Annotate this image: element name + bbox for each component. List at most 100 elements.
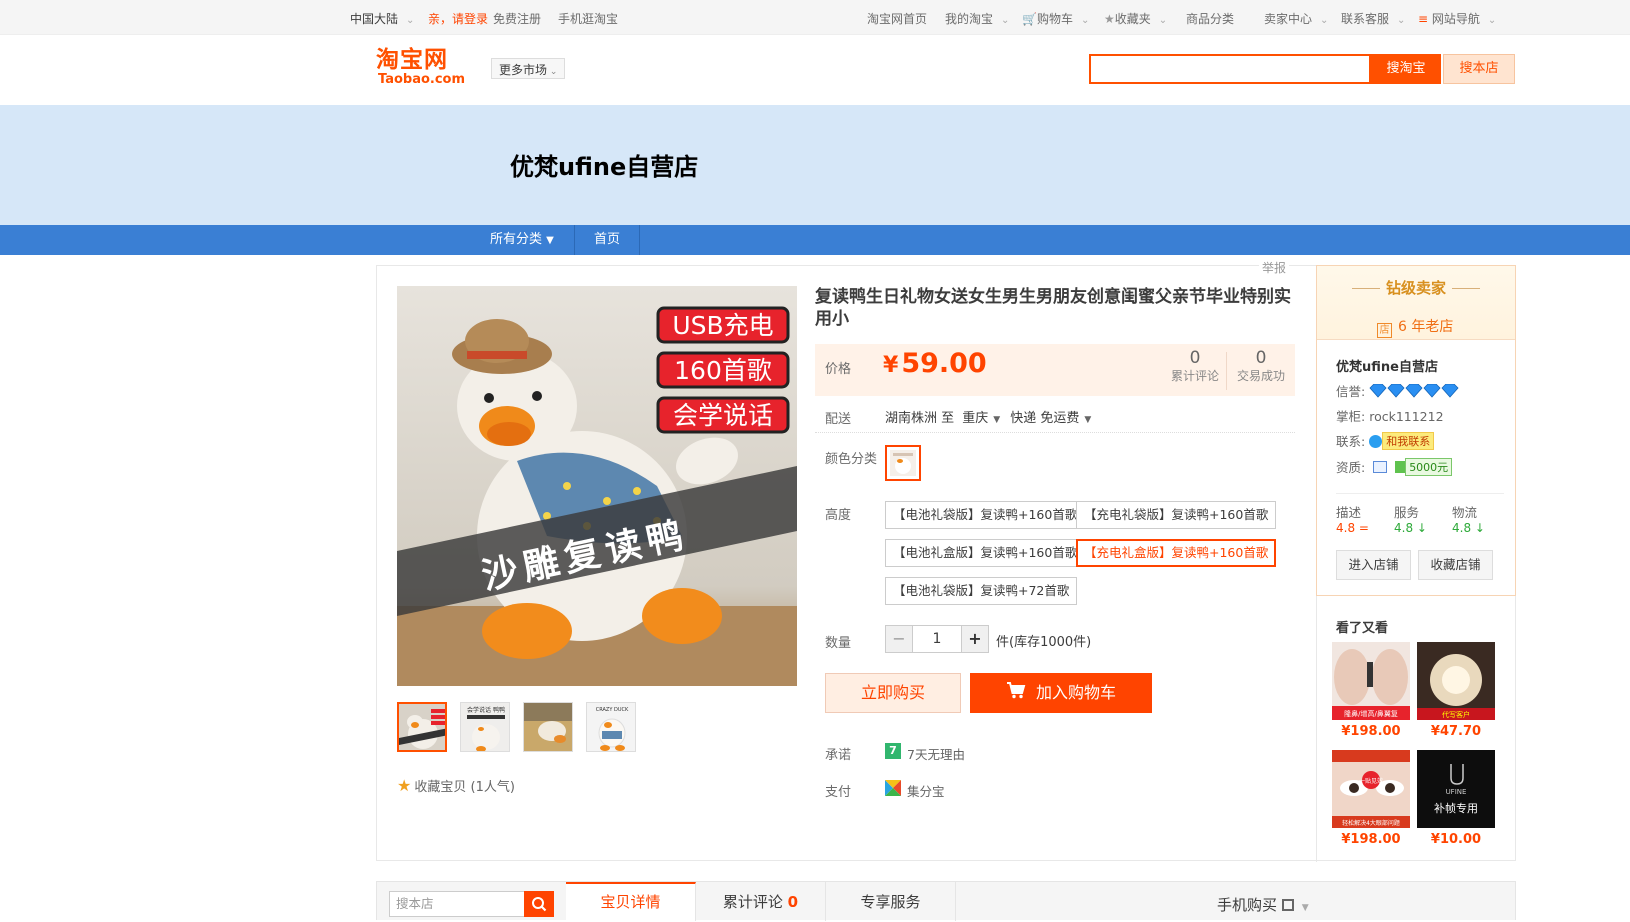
ship-to-dropdown[interactable]: 重庆 ▼ [962, 411, 1010, 426]
score-service: 服务 4.8 ↓ [1394, 502, 1450, 535]
more-market-dropdown[interactable]: 更多市场 ⌄ [491, 58, 566, 79]
height-option[interactable]: 【电池礼盒版】复读鸭+160首歌 [885, 539, 1086, 567]
categories-link[interactable]: 商品分类 [1186, 10, 1234, 27]
shop-banner: 优梵ufine自营店 [0, 105, 1630, 225]
store-search-input[interactable]: 搜本店 [389, 891, 525, 917]
triangle-down-icon: ▼ [546, 235, 554, 246]
nav-divider [639, 225, 640, 255]
nav-all-categories[interactable]: 所有分类 ▼ [474, 225, 570, 255]
login-link[interactable]: 亲，请登录 [428, 10, 488, 27]
cart-icon [1006, 674, 1026, 714]
divider [1316, 596, 1317, 862]
score-value: 4.8 = [1336, 521, 1392, 535]
height-option[interactable]: 【充电礼袋版】复读鸭+160首歌 [1076, 501, 1277, 529]
quantity-decrease-button[interactable]: − [885, 625, 913, 653]
cart-menu[interactable]: 🛒购物车 ⌄ [1022, 10, 1089, 27]
tab-item-detail[interactable]: 宝贝详情 [566, 882, 696, 921]
quantity-input[interactable]: 1 [913, 625, 961, 653]
contact-seller-button[interactable]: 和我联系 [1382, 432, 1435, 450]
chevron-down-icon: ⌄ [1320, 15, 1329, 26]
rec-caption: 代写客户 [1442, 710, 1470, 719]
site-nav-label: 网站导航 [1431, 12, 1480, 26]
recommendation-image[interactable]: 代写客户 [1417, 642, 1495, 720]
recommendation-image[interactable]: 隆鼻/增高/鼻翼复 [1332, 642, 1410, 720]
add-to-cart-button[interactable]: 加入购物车 [970, 673, 1152, 713]
score-number: 4.8 [1452, 521, 1472, 535]
qualification-row: 资质: 5000元 [1336, 457, 1453, 476]
enter-shop-button[interactable]: 进入店铺 [1336, 550, 1411, 580]
rec-image: 隆鼻/增高/鼻翼复 [1332, 642, 1410, 720]
site-nav-menu[interactable]: ≡ 网站导航 ⌄ [1418, 10, 1496, 27]
detail-tab-bar: 搜本店 宝贝详情 累计评论 0 专享服务 手机购买 ▼ [376, 881, 1516, 921]
store-search-button[interactable] [524, 891, 554, 917]
header: 淘宝网 Taobao.com 更多市场 ⌄ 搜淘宝 搜本店 [0, 35, 1630, 105]
thumbnail-caption: 会学说话 鸭鸭 [467, 706, 505, 714]
nav-all-categories-label: 所有分类 [490, 232, 543, 247]
favorites-menu[interactable]: ★收藏夹 ⌄ [1104, 10, 1167, 27]
search-icon [532, 897, 547, 912]
favorite-shop-button[interactable]: 收藏店铺 [1418, 550, 1493, 580]
seller-name[interactable]: 优梵ufine自营店 [1336, 356, 1438, 375]
score-name: 服务 [1394, 505, 1420, 520]
thumbnail-image: CRAZY DUCK [587, 703, 635, 751]
reviews-stat[interactable]: 0 累计评论 [1165, 348, 1225, 384]
recommendation-price: ¥10.00 [1430, 832, 1482, 847]
nav-home[interactable]: 首页 [578, 225, 636, 255]
search-store-button[interactable]: 搜本店 [1443, 54, 1515, 84]
ship-method-label: 快递 免运费 [1010, 411, 1080, 426]
duck-photo: USB充电 160首歌 会学说话 沙雕复读鸭 [397, 286, 797, 686]
register-link[interactable]: 免费注册 [493, 10, 541, 27]
recommendation-price: ¥198.00 [1341, 724, 1401, 739]
tab-service[interactable]: 专享服务 [826, 882, 956, 921]
search-taobao-button[interactable]: 搜淘宝 [1371, 54, 1441, 84]
height-option[interactable]: 【电池礼袋版】复读鸭+72首歌 [885, 577, 1078, 605]
taobao-logo[interactable]: 淘宝网 Taobao.com [376, 47, 472, 89]
shop-title[interactable]: 优梵ufine自营店 [510, 147, 698, 182]
favorite-item-link[interactable]: ★ 收藏宝贝 (1人气) [397, 776, 515, 795]
seller-rank: 钻级卖家 [1317, 277, 1515, 298]
tab-reviews[interactable]: 累计评论 0 [696, 882, 826, 921]
taobao-home-link[interactable]: 淘宝网首页 [867, 10, 927, 27]
thumbnail[interactable] [397, 702, 447, 752]
recommendation-price: ¥47.70 [1430, 724, 1482, 739]
cart-icon: 🛒 [1022, 12, 1037, 26]
keeper-name[interactable]: rock111212 [1369, 409, 1443, 424]
star-icon: ★ [397, 776, 412, 795]
mobile-taobao-link[interactable]: 手机逛淘宝 [558, 10, 618, 27]
thumbnail-image [524, 703, 572, 751]
search-input[interactable] [1089, 54, 1371, 84]
mobile-buy-link[interactable]: 手机购买 ▼ [1217, 894, 1309, 915]
promise-text[interactable]: 7天无理由 [907, 744, 965, 763]
thumbnail[interactable]: CRAZY DUCK [586, 702, 636, 752]
quantity-increase-button[interactable]: + [961, 625, 989, 653]
promise-label: 承诺 [825, 748, 852, 763]
report-link[interactable]: 举报 [1259, 259, 1290, 276]
arrow-down-icon: ↓ [1474, 521, 1485, 535]
deposit-icon [1395, 461, 1406, 473]
color-option-selected[interactable] [885, 445, 921, 481]
product-main-image[interactable]: USB充电 160首歌 会学说话 沙雕复读鸭 [397, 286, 797, 686]
ship-method-dropdown[interactable]: 快递 免运费 ▼ [1010, 411, 1101, 426]
divider [815, 432, 1295, 433]
score-logistics: 物流 4.8 ↓ [1452, 502, 1508, 535]
seller-center-menu[interactable]: 卖家中心 ⌄ [1264, 10, 1328, 27]
height-option-selected[interactable]: 【充电礼盒版】复读鸭+160首歌 [1076, 539, 1277, 567]
recommendation-image[interactable]: UFINE 补帧专用 [1417, 750, 1495, 828]
service-menu[interactable]: 联系客服 ⌄ [1341, 10, 1405, 27]
region-selector[interactable]: 中国大陆 ⌄ [350, 10, 414, 27]
chevron-down-icon: ▼ [1301, 903, 1309, 913]
height-option[interactable]: 【电池礼袋版】复读鸭+160首歌 [885, 501, 1086, 529]
image-tag: 会学说话 [673, 401, 773, 430]
rec-caption: 隆鼻/增高/鼻翼复 [1344, 709, 1398, 718]
thumbnail[interactable]: 会学说话 鸭鸭 [460, 702, 510, 752]
mobile-buy-label: 手机购买 [1217, 896, 1278, 914]
deposit-badge[interactable]: 5000元 [1405, 458, 1453, 476]
thumbnail[interactable] [523, 702, 573, 752]
image-tag: USB充电 [672, 311, 773, 340]
buy-now-button[interactable]: 立即购买 [825, 673, 961, 713]
my-taobao-menu[interactable]: 我的淘宝 ⌄ [945, 10, 1009, 27]
wangwang-icon [1369, 435, 1383, 448]
recommendation-image[interactable]: 一贴见效 轻松解决4大眼部问题 [1332, 750, 1410, 828]
rec-image: 一贴见效轻松解决4大眼部问题 [1332, 750, 1410, 828]
shipping-label: 配送 [825, 412, 852, 427]
